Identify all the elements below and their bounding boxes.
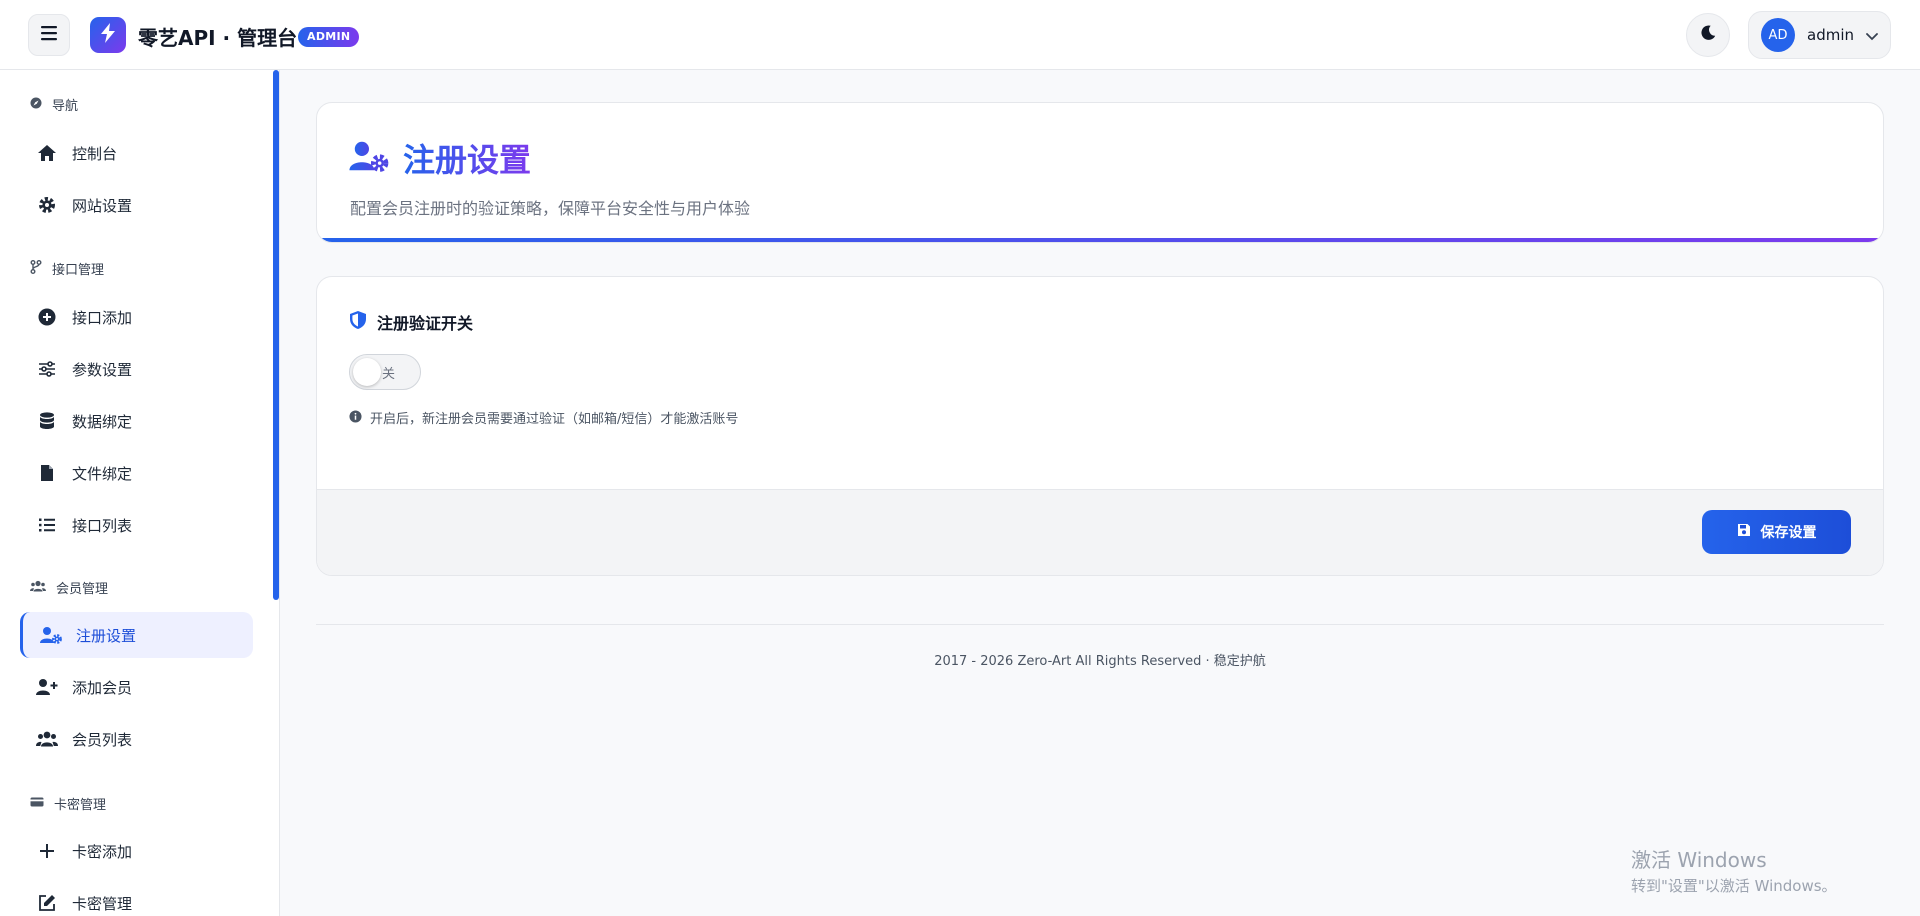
- chevron-down-icon: [1866, 26, 1878, 45]
- page-title-row: 注册设置: [349, 135, 531, 181]
- card-footer: 保存设置: [317, 489, 1883, 575]
- page-subtitle: 配置会员注册时的验证策略，保障平台安全性与用户体验: [350, 199, 751, 218]
- user-gear-icon: [349, 140, 389, 176]
- sidebar: 导航 控制台 网站设置 接口管理 接口添加 参数设置 数据绑定 文件绑定 接口列…: [0, 70, 280, 916]
- sidebar-item-file-binding[interactable]: 文件绑定: [20, 450, 253, 496]
- user-plus-icon: [36, 676, 58, 698]
- hamburger-menu-icon: [40, 25, 58, 45]
- sidebar-item-card-add[interactable]: 卡密添加: [20, 828, 253, 874]
- database-icon: [36, 410, 58, 432]
- sidebar-item-site-settings[interactable]: 网站设置: [20, 182, 253, 228]
- user-gear-icon: [40, 624, 62, 646]
- plus-icon: [36, 840, 58, 862]
- sidebar-item-api-add[interactable]: 接口添加: [20, 294, 253, 340]
- toggle-state-label: 关闭: [382, 367, 396, 382]
- hint-text: 开启后，新注册会员需要通过验证（如邮箱/短信）才能激活账号: [370, 412, 739, 427]
- app-logo[interactable]: [90, 17, 126, 53]
- sidebar-scrollbar[interactable]: [273, 70, 279, 600]
- file-icon: [36, 462, 58, 484]
- sidebar-item-data-binding[interactable]: 数据绑定: [20, 398, 253, 444]
- nav-group-title-navigation: 导航: [30, 95, 78, 114]
- nav-group-title-members: 会员管理: [30, 578, 108, 597]
- theme-toggle-button[interactable]: [1686, 13, 1730, 57]
- sidebar-item-member-list[interactable]: 会员列表: [20, 716, 253, 762]
- plus-circle-icon: [36, 306, 58, 328]
- admin-badge: ADMIN: [298, 27, 360, 47]
- sidebar-item-card-manage[interactable]: 卡密管理: [20, 880, 253, 916]
- user-name: admin: [1807, 26, 1854, 44]
- lightning-bolt-icon: [100, 23, 116, 47]
- card-icon: [30, 796, 44, 811]
- code-branch-icon: [30, 259, 42, 278]
- gear-icon: [36, 194, 58, 216]
- sliders-icon: [36, 358, 58, 380]
- sidebar-item-api-list[interactable]: 接口列表: [20, 502, 253, 548]
- home-icon: [36, 142, 58, 164]
- toggle-knob: [353, 358, 381, 386]
- app-title: 零艺API · 管理台: [138, 26, 298, 50]
- shield-icon: [349, 310, 367, 334]
- watermark-title: 激活 Windows: [1631, 848, 1767, 872]
- users-icon: [30, 580, 46, 596]
- windows-activation-watermark: 激活 Windows 转到"设置"以激活 Windows。: [1631, 844, 1837, 896]
- save-button[interactable]: 保存设置: [1702, 510, 1851, 554]
- section-title: 注册验证开关: [377, 314, 474, 333]
- compass-icon: [30, 97, 42, 113]
- user-menu[interactable]: AD admin: [1748, 11, 1891, 59]
- watermark-subtitle: 转到"设置"以激活 Windows。: [1631, 877, 1837, 895]
- sidebar-item-add-member[interactable]: 添加会员: [20, 664, 253, 710]
- settings-card: 注册验证开关 关闭 开启后，新注册会员需要通过验证（如邮箱/短信）才能激活账号 …: [316, 276, 1884, 576]
- info-icon: [349, 408, 362, 427]
- section-title-row: 注册验证开关: [349, 310, 473, 334]
- hint-row: 开启后，新注册会员需要通过验证（如邮箱/短信）才能激活账号: [349, 408, 738, 427]
- moon-icon: [1699, 24, 1717, 46]
- sidebar-item-dashboard[interactable]: 控制台: [20, 130, 253, 176]
- nav-group-title-api: 接口管理: [30, 259, 104, 278]
- sidebar-item-params[interactable]: 参数设置: [20, 346, 253, 392]
- menu-toggle-button[interactable]: [28, 14, 70, 56]
- register-verification-toggle[interactable]: 关闭: [349, 354, 421, 390]
- nav-group-title-cards: 卡密管理: [30, 794, 106, 813]
- users-icon: [36, 728, 58, 750]
- avatar: AD: [1761, 18, 1795, 52]
- footer-divider: [316, 624, 1884, 625]
- page-title: 注册设置: [403, 135, 531, 181]
- page-header-card: 注册设置 配置会员注册时的验证策略，保障平台安全性与用户体验: [316, 102, 1884, 243]
- top-bar: 零艺API · 管理台 ADMIN AD admin: [0, 0, 1920, 70]
- edit-icon: [36, 892, 58, 914]
- list-icon: [36, 514, 58, 536]
- floppy-disk-icon: [1737, 523, 1751, 541]
- footer-copyright: 2017 - 2026 Zero-Art All Rights Reserved…: [934, 654, 1266, 669]
- sidebar-item-register-settings[interactable]: 注册设置: [20, 612, 253, 658]
